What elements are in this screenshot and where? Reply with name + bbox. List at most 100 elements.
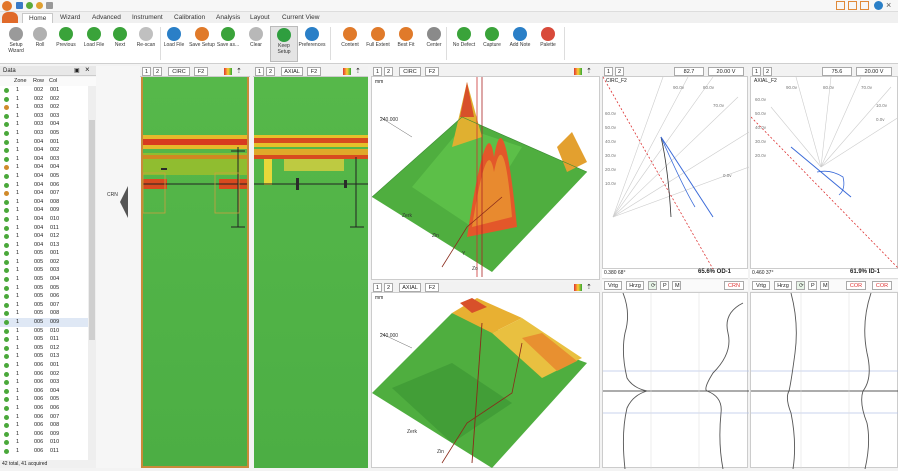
no-defect-button[interactable]: No Defect: [450, 26, 478, 62]
list-item[interactable]: 1 005 009: [0, 318, 88, 327]
redo-icon[interactable]: [36, 2, 43, 9]
list-item[interactable]: 1 005 008: [0, 309, 88, 318]
close-icon[interactable]: ×: [886, 0, 891, 10]
pin-icon[interactable]: ⇡: [236, 67, 242, 75]
strip-left-p-button[interactable]: P: [660, 281, 669, 290]
list-item[interactable]: 1 006 004: [0, 387, 88, 396]
strip-right-alert-2[interactable]: COR: [872, 281, 892, 290]
list-item[interactable]: 1 003 004: [0, 120, 88, 129]
capture-button[interactable]: Capture: [478, 26, 506, 62]
full-extent-button[interactable]: Full Extent: [364, 26, 392, 62]
tab-current-view[interactable]: Current View: [276, 13, 325, 23]
list-item[interactable]: 1 005 001: [0, 249, 88, 258]
app-logo-icon[interactable]: [2, 1, 12, 11]
tab-layout[interactable]: Layout: [244, 13, 276, 23]
list-item[interactable]: 1 004 010: [0, 215, 88, 224]
cscan-axial-freq[interactable]: F2: [307, 67, 321, 76]
roll-button[interactable]: Roll: [26, 26, 54, 62]
strip-right-alert-1[interactable]: COR: [846, 281, 866, 290]
application-menu-button[interactable]: [2, 12, 18, 23]
tab-calibration[interactable]: Calibration: [168, 13, 211, 23]
list-item[interactable]: 1 003 005: [0, 129, 88, 138]
list-item[interactable]: 1 003 003: [0, 112, 88, 121]
list-item[interactable]: 1 005 004: [0, 275, 88, 284]
cscan-axial-chip-1[interactable]: 1: [255, 67, 264, 76]
palette-icon[interactable]: [343, 68, 351, 75]
save-setup-button[interactable]: Save Setup: [188, 26, 216, 62]
list-item[interactable]: 1 006 010: [0, 438, 88, 447]
tab-advanced[interactable]: Advanced: [86, 13, 127, 23]
cscan-axial-image[interactable]: [254, 77, 368, 468]
list-item[interactable]: 1 005 006: [0, 292, 88, 301]
list-item[interactable]: 1 005 011: [0, 335, 88, 344]
strip-right-vrtg-button[interactable]: Vrtg: [752, 281, 770, 290]
list-item[interactable]: 1 006 001: [0, 361, 88, 370]
list-item[interactable]: 1 003 002: [0, 103, 88, 112]
lissajous-circ-rotation[interactable]: 82.7: [674, 67, 704, 76]
help-icon[interactable]: [874, 1, 883, 10]
list-item[interactable]: 1 004 013: [0, 241, 88, 250]
re-scan-button[interactable]: Re-scan: [132, 26, 160, 62]
list-item[interactable]: 1 005 012: [0, 344, 88, 353]
view3d-axial-chip-2[interactable]: 2: [384, 283, 393, 292]
palette-button[interactable]: Palette: [534, 26, 562, 62]
clear-button[interactable]: Clear: [242, 26, 270, 62]
list-item[interactable]: 1 006 011: [0, 447, 88, 456]
center-button[interactable]: Center: [420, 26, 448, 62]
layout-b-icon[interactable]: [848, 1, 857, 10]
list-item[interactable]: 1 006 005: [0, 395, 88, 404]
list-item[interactable]: 1 005 013: [0, 352, 88, 361]
strip-right-refresh-icon[interactable]: ⟳: [796, 281, 805, 290]
cscan-circ-image[interactable]: [141, 77, 249, 468]
cscan-circ-chip-2[interactable]: 2: [153, 67, 162, 76]
list-item[interactable]: 1 004 002: [0, 146, 88, 155]
list-item[interactable]: 1 006 002: [0, 370, 88, 379]
cscan-circ-freq[interactable]: F2: [194, 67, 208, 76]
tab-home[interactable]: Home: [22, 13, 54, 23]
load-file-button[interactable]: Load File: [80, 26, 108, 62]
strip-right-m-button[interactable]: M: [820, 281, 829, 290]
keep-setup-button[interactable]: Keep Setup: [270, 26, 298, 62]
list-item[interactable]: 1 005 005: [0, 284, 88, 293]
list-scrollbar-thumb[interactable]: [89, 120, 95, 340]
list-item[interactable]: 1 004 009: [0, 206, 88, 215]
view3d-circ[interactable]: mm 240.000 Zerk Zin Y Zo: [371, 77, 600, 280]
lissajous-axial-chip-1[interactable]: 1: [752, 67, 761, 76]
list-item[interactable]: 1 006 007: [0, 413, 88, 422]
tab-analysis[interactable]: Analysis: [210, 13, 246, 23]
list-item[interactable]: 1 005 003: [0, 266, 88, 275]
cscan-axial-chip-2[interactable]: 2: [266, 67, 275, 76]
list-item[interactable]: 1 006 008: [0, 421, 88, 430]
list-item[interactable]: 1 005 002: [0, 258, 88, 267]
list-item[interactable]: 1 005 010: [0, 327, 88, 336]
lissajous-axial-chip-2[interactable]: 2: [763, 67, 772, 76]
strip-right-p-button[interactable]: P: [808, 281, 817, 290]
pin-icon[interactable]: ⇡: [355, 67, 361, 75]
list-item[interactable]: 1 004 012: [0, 232, 88, 241]
view3d-circ-chip-1[interactable]: 1: [373, 67, 382, 76]
lissajous-axial-rotation[interactable]: 75.6: [822, 67, 852, 76]
view3d-circ-chip-2[interactable]: 2: [384, 67, 393, 76]
next-button[interactable]: Next: [106, 26, 134, 62]
cscan-circ-channel[interactable]: CIRC: [168, 67, 190, 76]
view3d-axial-channel[interactable]: AXIAL: [399, 283, 421, 292]
pin-icon[interactable]: ⇡: [586, 67, 592, 75]
list-item[interactable]: 1 004 004: [0, 163, 88, 172]
header-row[interactable]: Row: [33, 77, 44, 86]
lissajous-circ[interactable]: CIRC_F2 90.0v 80.0v 70.0v 60.0v 50.0v 40…: [602, 76, 750, 270]
palette-icon[interactable]: [574, 284, 582, 291]
list-item[interactable]: 1 004 006: [0, 181, 88, 190]
list-item[interactable]: 1 006 006: [0, 404, 88, 413]
palette-icon[interactable]: [574, 68, 582, 75]
dock-pin-icon[interactable]: ▣: [74, 66, 80, 76]
add-note-button[interactable]: Add Note: [506, 26, 534, 62]
list-item[interactable]: 1 004 003: [0, 155, 88, 164]
lissajous-circ-chip-2[interactable]: 2: [615, 67, 624, 76]
list-item[interactable]: 1 005 007: [0, 301, 88, 310]
view3d-axial-freq[interactable]: F2: [425, 283, 439, 292]
list-item[interactable]: 1 006 003: [0, 378, 88, 387]
lissajous-axial-span[interactable]: 20.00 V: [856, 67, 892, 76]
list-item[interactable]: 1 006 009: [0, 430, 88, 439]
list-item[interactable]: 1 004 007: [0, 189, 88, 198]
view3d-axial[interactable]: mm 240.000 Zerk Zin: [371, 293, 600, 468]
